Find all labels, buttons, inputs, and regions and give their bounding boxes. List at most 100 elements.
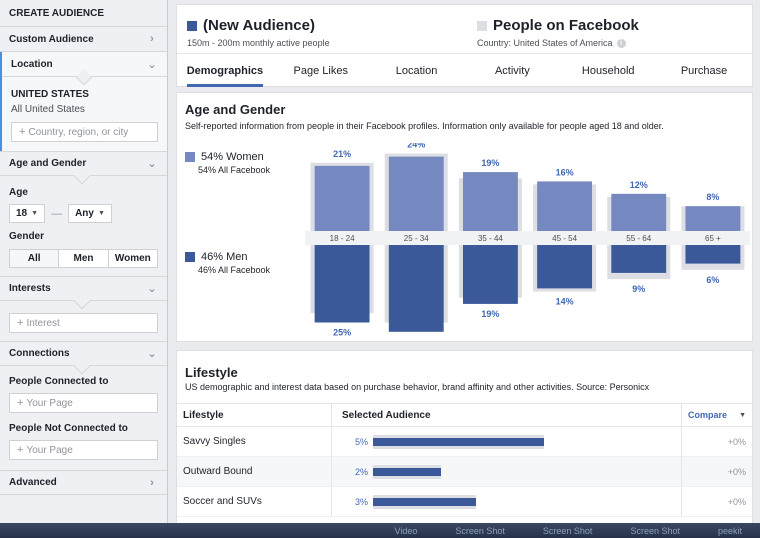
location-input[interactable]: + Country, region, or city [11, 122, 158, 142]
age-gender-chart: 21% 18 - 24 25% 24% 25 - 34 28% 19% 35 - 44 19% 1… [305, 143, 750, 338]
women-bar [611, 193, 667, 231]
advanced-section[interactable]: Advanced › [0, 470, 167, 495]
not-connected-page-input[interactable]: + Your Page [9, 440, 158, 460]
men-legend-label: 46% Men [201, 251, 248, 263]
plus-icon: + [17, 317, 24, 329]
tab-page-likes[interactable]: Page Likes [273, 54, 369, 87]
gender-option-women[interactable]: Women [108, 250, 157, 267]
location-placeholder: Country, region, or city [28, 126, 129, 138]
women-value-label: 8% [706, 192, 719, 202]
lifestyle-name: Outward Bound [177, 457, 332, 486]
age-min-value: 18 [16, 208, 28, 219]
connected-page-input[interactable]: + Your Page [9, 393, 158, 413]
tab-demographics[interactable]: Demographics [177, 54, 273, 87]
men-value-label: 14% [556, 297, 574, 307]
men-all-facebook: 46% All Facebook [198, 265, 271, 275]
men-bar [537, 245, 593, 289]
lifestyle-bar-track [373, 464, 573, 479]
taskbar-item[interactable]: peekit [718, 526, 742, 536]
interest-input[interactable]: + Interest [9, 313, 158, 333]
women-value-label: 19% [481, 158, 499, 168]
lifestyle-name: Soccer and SUVs [177, 487, 332, 516]
age-category-label: 65 + [705, 234, 721, 243]
facebook-color-swatch [477, 20, 487, 31]
men-value-label: 25% [333, 328, 351, 338]
custom-audience-label: Custom Audience [9, 33, 94, 45]
plus-icon: + [19, 126, 26, 138]
men-bar [462, 245, 518, 304]
men-value-label: 19% [481, 309, 499, 319]
chevron-down-icon: ⌄ [147, 283, 157, 295]
taskbar-item[interactable]: Screen Shot [630, 526, 680, 536]
col-selected-header: Selected Audience [332, 404, 682, 426]
custom-audience-section[interactable]: Custom Audience › [0, 27, 167, 52]
age-gender-section[interactable]: Age and Gender ⌄ [0, 151, 167, 185]
women-value-label: 21% [333, 149, 351, 159]
caret-down-icon: ▼ [739, 411, 746, 419]
tab-household[interactable]: Household [560, 54, 656, 87]
location-scope: All United States [11, 104, 85, 115]
women-color-swatch [185, 152, 195, 162]
taskbar-item[interactable]: Video [395, 526, 418, 536]
tab-purchase[interactable]: Purchase [656, 54, 752, 87]
connections-section[interactable]: Connections ⌄ [0, 341, 167, 375]
lifestyle-value-bar [373, 467, 442, 476]
lifestyle-row[interactable]: Savvy Singles 5% +0% [177, 427, 752, 457]
age-range-dash: — [51, 207, 63, 220]
info-icon[interactable]: i [616, 38, 626, 48]
lifestyle-percent: 3% [354, 496, 368, 507]
interests-label: Interests [9, 283, 51, 294]
lifestyle-name: Savvy Singles [177, 427, 332, 456]
sidebar-title: CREATE AUDIENCE [0, 0, 167, 27]
age-min-select[interactable]: 18 ▼ [9, 204, 46, 223]
taskbar-item[interactable]: Screen Shot [455, 526, 505, 536]
age-category-label: 45 - 54 [552, 234, 577, 243]
facebook-title: People on Facebook [477, 17, 639, 34]
lifestyle-bar-track [373, 494, 573, 509]
lifestyle-bar-cell: 2% [332, 457, 682, 486]
women-bar [314, 165, 370, 231]
facebook-country-text: Country: United States of America [477, 38, 613, 48]
lifestyle-row[interactable]: Outward Bound 2% +0% [177, 457, 752, 487]
lifestyle-rows: Savvy Singles 5% +0% Outward Bound 2% +0% Socc… [177, 427, 752, 517]
lifestyle-row[interactable]: Soccer and SUVs 3% +0% [177, 487, 752, 517]
men-bar [314, 245, 370, 323]
men-color-swatch [185, 252, 195, 262]
age-max-value: Any [75, 208, 94, 219]
chevron-down-icon: ⌄ [147, 158, 157, 170]
caret-down-icon: ▼ [97, 210, 105, 217]
lifestyle-value-bar [373, 437, 544, 446]
connected-placeholder: Your Page [26, 397, 73, 409]
audience-color-swatch [187, 20, 197, 31]
age-category-label: 25 - 34 [404, 234, 429, 243]
gender-option-men[interactable]: Men [59, 250, 109, 267]
location-section[interactable]: Location ⌄ [2, 52, 167, 86]
women-value-label: 24% [407, 143, 425, 150]
chevron-down-icon: ⌄ [147, 58, 157, 71]
main-content: (New Audience) 150m - 200m monthly activ… [168, 0, 760, 523]
women-legend: 54% Women [185, 151, 264, 163]
col-lifestyle-header: Lifestyle [177, 404, 332, 426]
compare-dropdown[interactable]: Compare ▼ [682, 404, 752, 426]
women-bar [685, 206, 741, 231]
chevron-down-icon: ⌄ [147, 348, 157, 360]
men-legend: 46% Men [185, 251, 247, 263]
age-category-label: 55 - 64 [626, 234, 651, 243]
women-bar [388, 156, 444, 231]
advanced-label: Advanced [9, 477, 57, 488]
tab-activity[interactable]: Activity [464, 54, 560, 87]
gender-option-all[interactable]: All [10, 250, 60, 267]
taskbar-item[interactable]: Screen Shot [543, 526, 593, 536]
interests-section[interactable]: Interests ⌄ [0, 276, 167, 310]
age-axis-band [305, 231, 750, 245]
age-gender-card: Age and Gender Self-reported information… [176, 92, 753, 342]
audience-title: (New Audience) [187, 17, 315, 34]
gender-label: Gender [9, 231, 45, 242]
connected-label: People Connected to [9, 376, 109, 387]
location-panel: Location ⌄ UNITED STATES All United Stat… [0, 52, 167, 151]
lifestyle-compare-value: +0% [727, 466, 746, 477]
caret-down-icon: ▼ [31, 210, 39, 217]
tab-location[interactable]: Location [369, 54, 465, 87]
gender-selector: All Men Women [9, 249, 158, 268]
age-max-select[interactable]: Any ▼ [68, 204, 112, 223]
